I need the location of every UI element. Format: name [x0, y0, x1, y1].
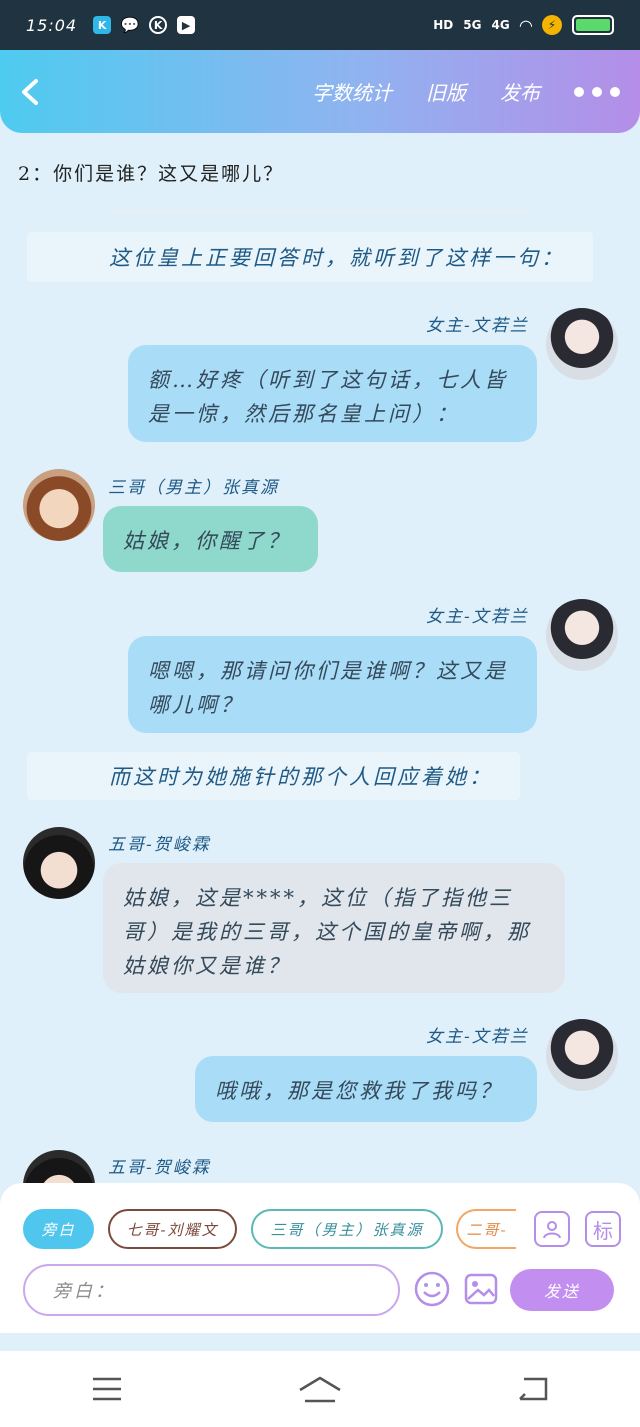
kuwo-app-icon: K: [93, 16, 112, 34]
top-app-bar: 字数统计 旧版 发布: [0, 50, 640, 133]
role-chip-second-brother[interactable]: 二哥-: [456, 1209, 516, 1249]
role-chip-narration[interactable]: 旁白: [23, 1209, 94, 1249]
speaker-name: 五哥-贺峻霖: [108, 835, 211, 855]
k-app-icon: K: [149, 16, 168, 34]
more-options-icon[interactable]: [574, 86, 620, 97]
avatar[interactable]: [23, 827, 95, 899]
message-bubble[interactable]: 额…好疼（听到了这句话，七人皆是一惊，然后那名皇上问）：: [128, 345, 537, 442]
speaker-name: 女主-文若兰: [426, 1027, 529, 1047]
image-icon[interactable]: [461, 1269, 501, 1309]
role-chip-seventh-brother[interactable]: 七哥-刘耀文: [108, 1209, 237, 1249]
wifi-icon: ◠: [519, 15, 532, 35]
back-icon[interactable]: [0, 50, 60, 133]
emoji-icon[interactable]: [412, 1269, 452, 1309]
message-bubble[interactable]: 嗯嗯，那请问你们是谁啊？这又是哪儿啊？: [128, 636, 537, 733]
avatar[interactable]: [546, 599, 618, 671]
battery-icon: [572, 15, 614, 35]
charging-icon: ⚡: [542, 15, 562, 35]
message-bubble[interactable]: 哦哦，那是您救我了我吗？: [195, 1056, 537, 1122]
divider: [110, 211, 530, 214]
add-role-icon[interactable]: [534, 1211, 570, 1247]
hd-icon: HD: [433, 18, 454, 32]
video-app-icon: ▶: [177, 16, 196, 34]
message-bubble[interactable]: 姑娘，你醒了？: [103, 506, 318, 572]
message-bubble[interactable]: 姑娘，这是****，这位（指了指他三哥）是我的三哥，这个国的皇帝啊，那姑娘你又是…: [103, 863, 565, 993]
speaker-name: 五哥-贺峻霖: [108, 1158, 211, 1178]
avatar[interactable]: [546, 1019, 618, 1091]
narration-block: 这位皇上正要回答时，就听到了这样一句：: [27, 232, 593, 282]
word-count-button[interactable]: 字数统计: [312, 77, 392, 106]
home-icon[interactable]: [290, 1369, 350, 1409]
avatar[interactable]: [23, 1150, 95, 1183]
avatar[interactable]: [23, 469, 95, 541]
signal-5g-icon: 5G: [463, 18, 482, 32]
composer-panel: 旁白 七哥-刘耀文 三哥（男主）张真源 二哥- 标 旁白： 发送: [0, 1183, 640, 1333]
message-input[interactable]: 旁白：: [23, 1264, 400, 1316]
old-version-button[interactable]: 旧版: [426, 77, 466, 106]
status-time: 15:04: [26, 15, 78, 35]
signal-4g-icon: 4G: [491, 18, 510, 32]
back-nav-icon[interactable]: [503, 1369, 563, 1409]
chat-story-content: 2：你们是谁？这又是哪儿？ 这位皇上正要回答时，就听到了这样一句： 女主-文若兰…: [0, 133, 640, 1183]
speaker-name: 三哥（男主）张真源: [108, 478, 279, 498]
system-navigation-bar: [0, 1351, 640, 1427]
role-chip-third-brother[interactable]: 三哥（男主）张真源: [251, 1209, 443, 1249]
send-button[interactable]: 发送: [510, 1269, 614, 1311]
wechat-icon: 💬: [120, 16, 140, 34]
menu-icon[interactable]: [77, 1369, 137, 1409]
speaker-name: 女主-文若兰: [426, 607, 529, 627]
publish-button[interactable]: 发布: [500, 77, 540, 106]
speaker-name: 女主-文若兰: [426, 316, 529, 336]
avatar[interactable]: [546, 308, 618, 380]
question-line: 2：你们是谁？这又是哪儿？: [18, 163, 285, 185]
narration-block: 而这时为她施针的那个人回应着她：: [27, 752, 520, 800]
status-bar: 15:04 K 💬 K ▶ HD 5G 4G ◠ ⚡: [0, 0, 640, 50]
spacer: [0, 1333, 640, 1351]
tag-icon[interactable]: 标: [585, 1211, 621, 1247]
